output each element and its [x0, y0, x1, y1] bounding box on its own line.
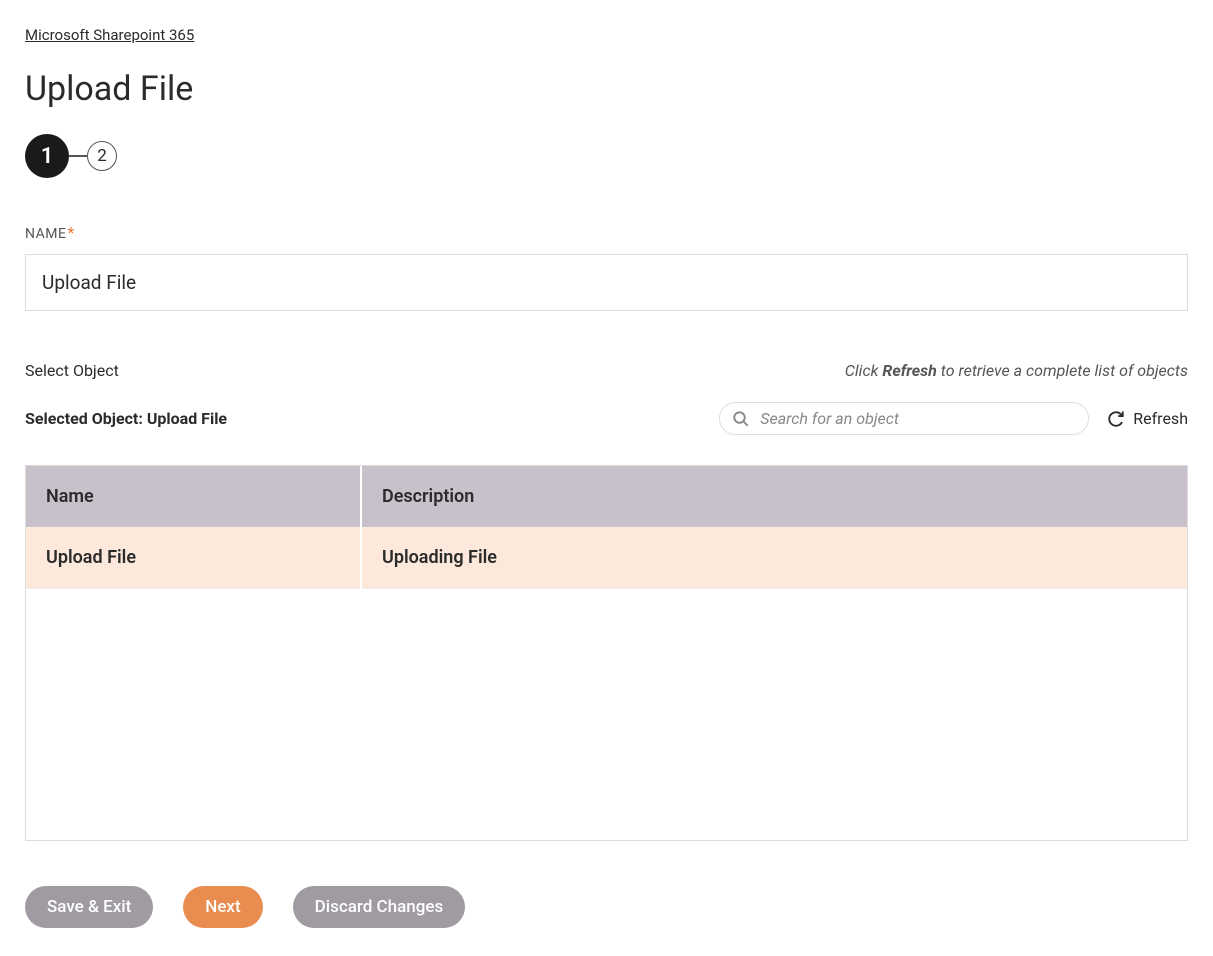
search-icon [732, 410, 750, 428]
search-wrap [719, 402, 1089, 435]
step-connector [69, 155, 87, 157]
object-table: Name Description Upload File Uploading F… [25, 465, 1188, 841]
cell-name: Upload File [26, 527, 361, 589]
save-exit-button[interactable]: Save & Exit [25, 886, 153, 928]
step-1[interactable]: 1 [25, 134, 69, 178]
table-header-row: Name Description [26, 466, 1187, 527]
next-button[interactable]: Next [183, 886, 262, 928]
search-input[interactable] [750, 409, 1076, 428]
refresh-button[interactable]: Refresh [1107, 409, 1188, 428]
table-row[interactable]: Upload File Uploading File [26, 527, 1187, 589]
name-label: NAME [25, 226, 66, 242]
header-name[interactable]: Name [26, 466, 361, 527]
stepper: 1 2 [25, 134, 1188, 178]
refresh-label: Refresh [1133, 409, 1188, 428]
refresh-icon [1107, 410, 1125, 428]
selected-object-label: Selected Object: Upload File [25, 409, 227, 428]
button-row: Save & Exit Next Discard Changes [25, 886, 1188, 928]
breadcrumb-link[interactable]: Microsoft Sharepoint 365 [25, 26, 194, 44]
name-field-group: NAME* [25, 223, 1188, 311]
name-input[interactable] [25, 254, 1188, 311]
cell-description: Uploading File [361, 527, 1187, 589]
required-asterisk: * [67, 223, 74, 242]
select-object-label: Select Object [25, 361, 119, 380]
page-title: Upload File [25, 69, 1188, 109]
step-2[interactable]: 2 [87, 141, 117, 171]
header-description[interactable]: Description [361, 466, 1187, 527]
refresh-hint: Click Refresh to retrieve a complete lis… [845, 361, 1188, 380]
discard-button[interactable]: Discard Changes [293, 886, 466, 928]
